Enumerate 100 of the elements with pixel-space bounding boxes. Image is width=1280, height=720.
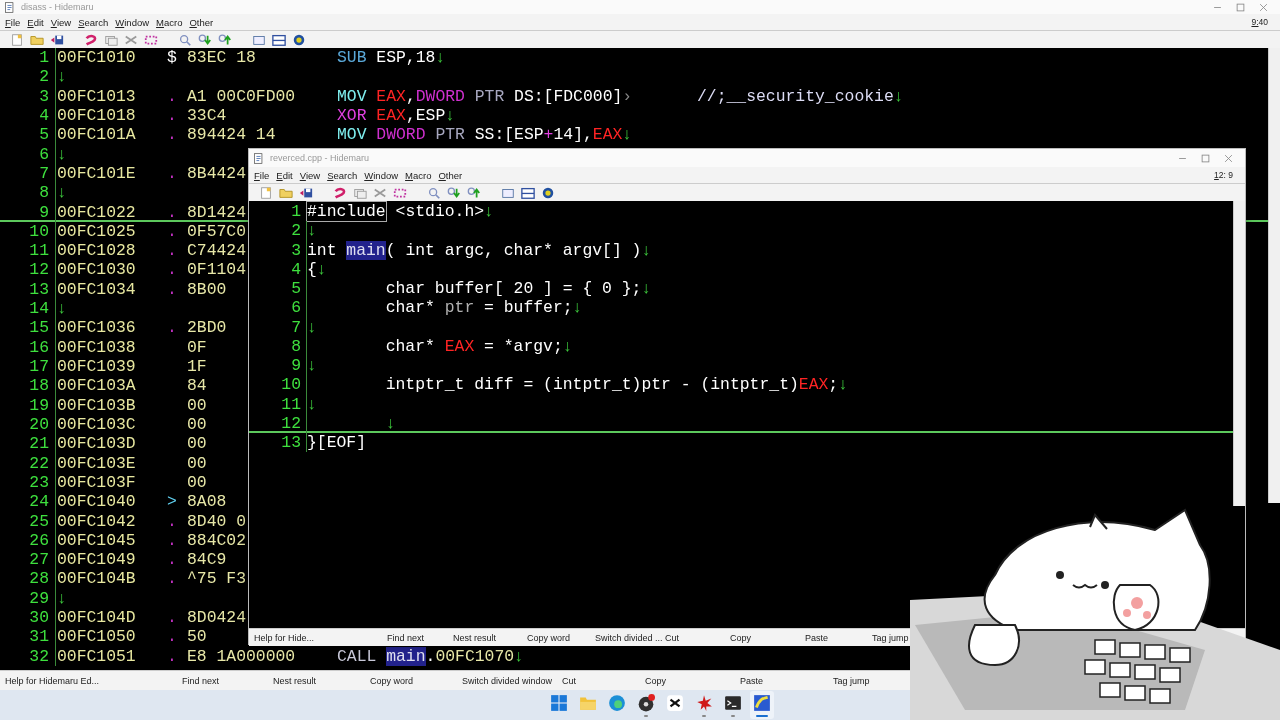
code-text: int main( int argc, char* argv[] )↓ [307, 240, 652, 260]
window-title: reverced.cpp - Hidemaru [270, 153, 370, 163]
address-text: 00FC103D [56, 434, 136, 454]
function-key[interactable]: Help for Hidemaru Ed... [5, 675, 100, 686]
address-text: 00FC1040 [56, 492, 136, 512]
menu-item[interactable]: Window [113, 16, 155, 28]
line-number: 27 [0, 550, 56, 570]
code-text: ↓ [307, 356, 317, 376]
function-key[interactable]: Tag jump [833, 675, 870, 686]
line-number: 8 [249, 336, 307, 356]
marker-text: . [167, 530, 177, 551]
line-number: 7 [0, 163, 56, 184]
cursor-position: 12: 9 [1213, 170, 1234, 180]
hex-bytes: E8 1A000000 [187, 646, 296, 666]
line-number: 3 [0, 86, 56, 106]
function-key[interactable]: Find next [387, 632, 425, 643]
menu-item[interactable]: Search [325, 169, 363, 181]
hex-bytes: 33C4 [187, 105, 227, 126]
function-key[interactable]: Help for Hide... [254, 632, 315, 643]
address-text: 00FC1018 [56, 105, 136, 126]
address-text: 00FC1034 [56, 279, 136, 300]
hex-bytes: 50 [187, 627, 207, 647]
code-text: char* ptr = buffer;↓ [384, 298, 583, 318]
function-key[interactable]: Tag jump [872, 632, 909, 643]
line-number: 11 [249, 394, 307, 414]
menu-item[interactable]: View [48, 16, 77, 28]
marker-text: . [167, 279, 177, 300]
window-title: disass - Hidemaru [21, 2, 94, 12]
hex-bytes: C74424 [187, 241, 247, 261]
code-text: ↓ [384, 413, 396, 433]
menu-item[interactable]: Edit [274, 169, 298, 181]
address-text: 00FC1051 [56, 646, 136, 666]
function-key[interactable]: Find next [182, 675, 220, 686]
menu-item[interactable]: File [3, 16, 26, 28]
marker-text: . [167, 550, 177, 570]
marker-text: . [167, 241, 177, 261]
address-text: 00FC103A [56, 376, 136, 396]
address-text: 00FC104B [56, 569, 136, 589]
function-key[interactable]: Paste [805, 632, 828, 643]
line-number: 4 [0, 105, 56, 126]
marker-text: . [167, 86, 177, 106]
address-text: 00FC1038 [56, 337, 136, 357]
hex-bytes: 00 [187, 414, 207, 435]
address-text: 00FC103E [56, 453, 136, 473]
line-number: 18 [0, 376, 56, 396]
code-text: intptr_t diff = (intptr_t)ptr - (intptr_t)EAX;↓ [384, 375, 848, 395]
menu-item[interactable]: Macro [154, 16, 188, 28]
line-number: 5 [249, 279, 307, 299]
line-number: 17 [0, 357, 56, 377]
menu-item[interactable]: Edit [25, 16, 49, 28]
code-text: ↓ [56, 144, 67, 164]
function-key[interactable]: Nest result [273, 675, 316, 686]
line-number: 30 [0, 608, 56, 628]
function-key[interactable]: Cut [665, 632, 679, 643]
hex-bytes: 894424 14 [187, 125, 276, 145]
function-key[interactable]: Paste [740, 675, 763, 686]
function-key[interactable]: Copy word [527, 632, 571, 643]
hex-bytes: 1F [187, 357, 207, 377]
hex-bytes: 2BD0 [187, 318, 227, 338]
hex-bytes: 0F57C0 [187, 221, 247, 242]
hex-bytes: 84 [187, 376, 207, 396]
line-number: 4 [249, 259, 307, 279]
line-number: 29 [0, 588, 56, 609]
line-number: 2 [249, 221, 307, 241]
address-text: 00FC103F [56, 472, 136, 493]
line-number: 7 [249, 317, 307, 337]
menu-item[interactable]: Macro [403, 169, 437, 181]
line-number: 25 [0, 511, 56, 531]
code-text: XOR EAX,ESP↓ [337, 105, 456, 126]
line-number: 8 [0, 183, 56, 203]
menu-item[interactable]: Other [187, 16, 219, 28]
function-key[interactable]: Cut [562, 675, 576, 686]
function-key[interactable]: Copy word [370, 675, 414, 686]
code-text: ↓ [56, 67, 67, 87]
marker-text: > [167, 492, 177, 512]
code-text: ↓ [56, 299, 67, 319]
function-key[interactable]: Copy [730, 632, 751, 643]
address-text: 00FC1042 [56, 511, 136, 531]
function-key[interactable]: Copy [645, 675, 666, 686]
function-key[interactable]: Switch divided window [462, 675, 553, 686]
hex-bytes: 8B4424 [187, 163, 247, 184]
function-key[interactable]: Nest result [453, 632, 496, 643]
marker-text: . [167, 627, 177, 647]
hex-bytes: 0F [187, 337, 207, 357]
address-text: 00FC1022 [56, 202, 136, 222]
menu-item[interactable]: View [297, 169, 326, 181]
address-text: 00FC1049 [56, 550, 136, 570]
menu-item[interactable]: Window [362, 169, 404, 181]
address-text: 00FC1013 [56, 86, 136, 106]
line-number: 10 [0, 221, 56, 242]
line-number: 12 [0, 260, 56, 280]
line-number: 28 [0, 569, 56, 589]
line-number: 19 [0, 395, 56, 415]
menu-item[interactable]: Other [436, 169, 468, 181]
marker-text: . [167, 260, 177, 280]
hex-bytes: 84C9 [187, 550, 227, 570]
menu-item[interactable]: Search [76, 16, 114, 28]
function-key[interactable]: Switch divided ... [595, 632, 663, 643]
menu-item[interactable]: File [252, 169, 275, 181]
line-number: 13 [0, 279, 56, 300]
